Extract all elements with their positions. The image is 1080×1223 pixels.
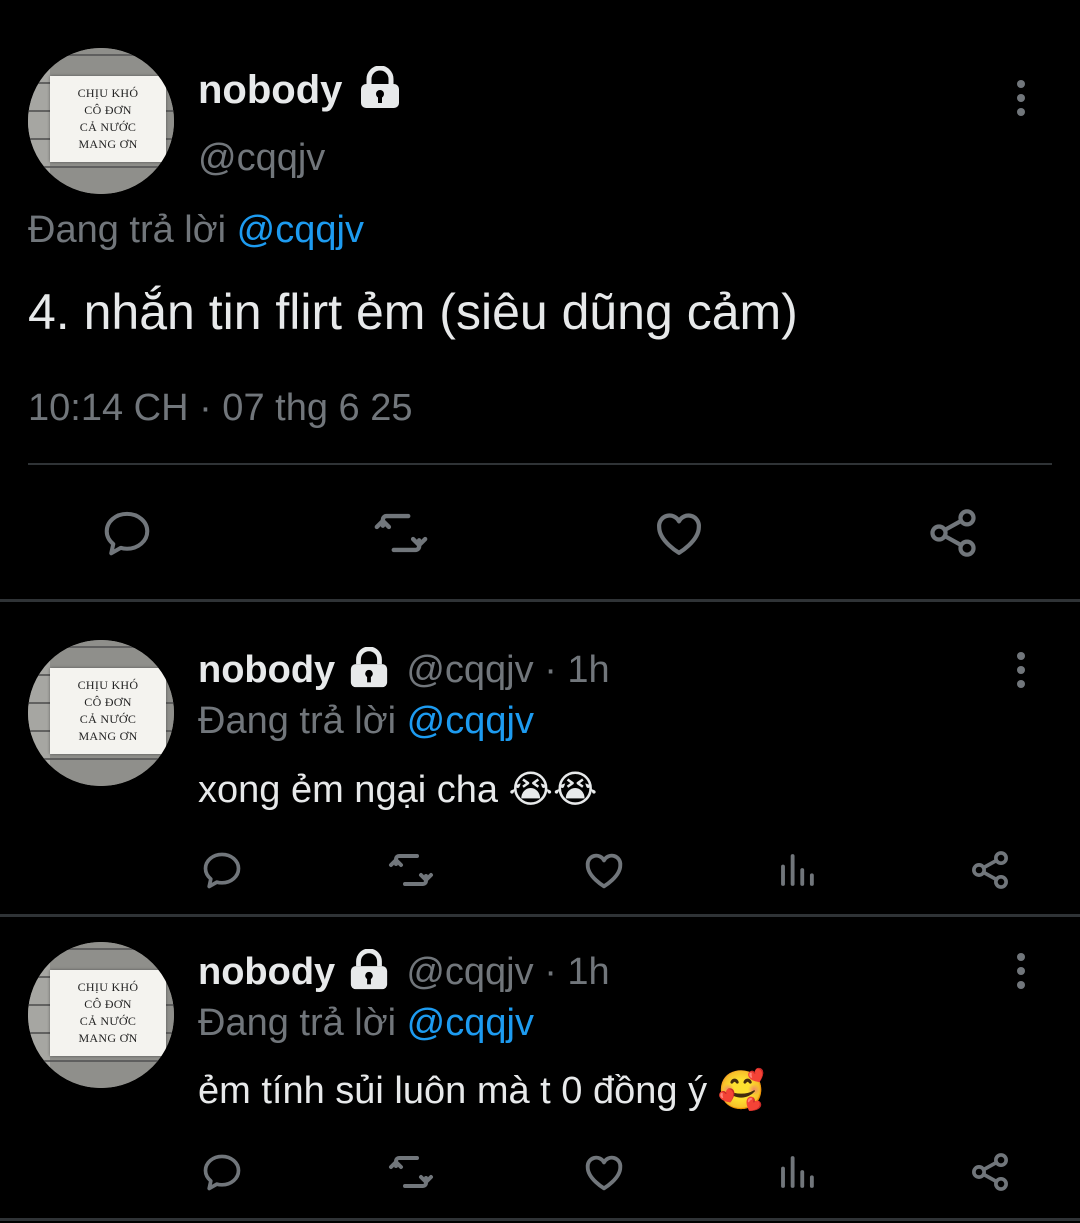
replying-to: Đang trả lời @cqqjv xyxy=(198,1002,534,1044)
author-handle[interactable]: @cqqjv xyxy=(406,649,533,691)
retweet-button[interactable] xyxy=(370,502,432,564)
divider xyxy=(28,463,1052,465)
author-handle[interactable]: @cqqjv xyxy=(198,135,325,181)
views-button[interactable] xyxy=(774,1148,820,1196)
avatar-sign: CHỊU KHÓ CÔ ĐƠN CẢ NƯỚC MANG ƠN xyxy=(50,668,166,754)
reply-icon xyxy=(203,1154,241,1191)
more-icon[interactable] xyxy=(1015,80,1027,122)
more-icon[interactable] xyxy=(1015,953,1027,995)
replying-to-link[interactable]: @cqqjv xyxy=(407,700,534,742)
avatar[interactable]: CHỊU KHÓ CÔ ĐƠN CẢ NƯỚC MANG ƠN xyxy=(28,942,174,1088)
views-icon xyxy=(781,1156,814,1188)
retweet-icon xyxy=(389,854,433,886)
reply-time[interactable]: · 1h xyxy=(544,951,609,993)
lock-icon xyxy=(350,646,387,688)
views-button[interactable] xyxy=(774,846,820,894)
share-icon xyxy=(930,509,976,557)
retweet-button[interactable] xyxy=(386,1148,436,1196)
share-button[interactable] xyxy=(966,1148,1014,1196)
replying-to-link[interactable]: @cqqjv xyxy=(237,209,364,251)
like-button[interactable] xyxy=(580,1148,628,1196)
avatar-sign: CHỊU KHÓ CÔ ĐƠN CẢ NƯỚC MANG ƠN xyxy=(50,76,166,162)
divider xyxy=(0,914,1080,917)
retweet-button[interactable] xyxy=(386,846,436,894)
lock-icon xyxy=(360,66,399,109)
reply-time[interactable]: · 1h xyxy=(544,649,609,691)
avatar[interactable]: CHỊU KHÓ CÔ ĐƠN CẢ NƯỚC MANG ƠN xyxy=(28,640,174,786)
retweet-icon xyxy=(389,1156,433,1188)
views-icon xyxy=(781,854,814,886)
replying-to-link[interactable]: @cqqjv xyxy=(407,1002,534,1044)
author-name[interactable]: nobody xyxy=(198,649,335,691)
crying-emoji: 😭😭 xyxy=(508,767,598,811)
author-handle[interactable]: @cqqjv xyxy=(406,951,533,993)
retweet-icon xyxy=(374,513,428,553)
like-button[interactable] xyxy=(648,502,710,564)
like-icon xyxy=(657,513,701,555)
author-name[interactable]: nobody xyxy=(198,68,342,112)
share-button[interactable] xyxy=(966,846,1014,894)
tweet-text: ẻm tính sủi luôn mà t 0 đồng ý 🥰 xyxy=(198,1068,765,1112)
avatar[interactable]: CHỊU KHÓ CÔ ĐƠN CẢ NƯỚC MANG ƠN xyxy=(28,48,174,194)
smiling-hearts-emoji: 🥰 xyxy=(717,1068,765,1112)
reply-button[interactable] xyxy=(198,846,246,894)
share-icon xyxy=(972,1153,1008,1191)
share-icon xyxy=(972,851,1008,889)
share-button[interactable] xyxy=(922,502,984,564)
reply-icon xyxy=(203,852,241,889)
tweet-text: 4. nhắn tin flirt ẻm (siêu dũng cảm) xyxy=(28,284,798,340)
replying-to: Đang trả lời @cqqjv xyxy=(198,700,534,742)
replying-to: Đang trả lời @cqqjv xyxy=(28,209,364,251)
reply-icon xyxy=(104,511,150,556)
avatar-sign: CHỊU KHÓ CÔ ĐƠN CẢ NƯỚC MANG ƠN xyxy=(50,970,166,1056)
like-button[interactable] xyxy=(580,846,628,894)
reply-button[interactable] xyxy=(96,502,158,564)
more-icon[interactable] xyxy=(1015,652,1027,694)
tweet-timestamp[interactable]: 10:14 CH · 07 thg 6 25 xyxy=(28,385,412,431)
tweet-text: xong ẻm ngại cha 😭😭 xyxy=(198,767,598,811)
divider xyxy=(0,1218,1080,1221)
reply-button[interactable] xyxy=(198,1148,246,1196)
author-name[interactable]: nobody xyxy=(198,951,335,993)
lock-icon xyxy=(350,948,387,990)
like-icon xyxy=(585,1155,623,1191)
divider xyxy=(0,599,1080,602)
like-icon xyxy=(585,853,623,889)
